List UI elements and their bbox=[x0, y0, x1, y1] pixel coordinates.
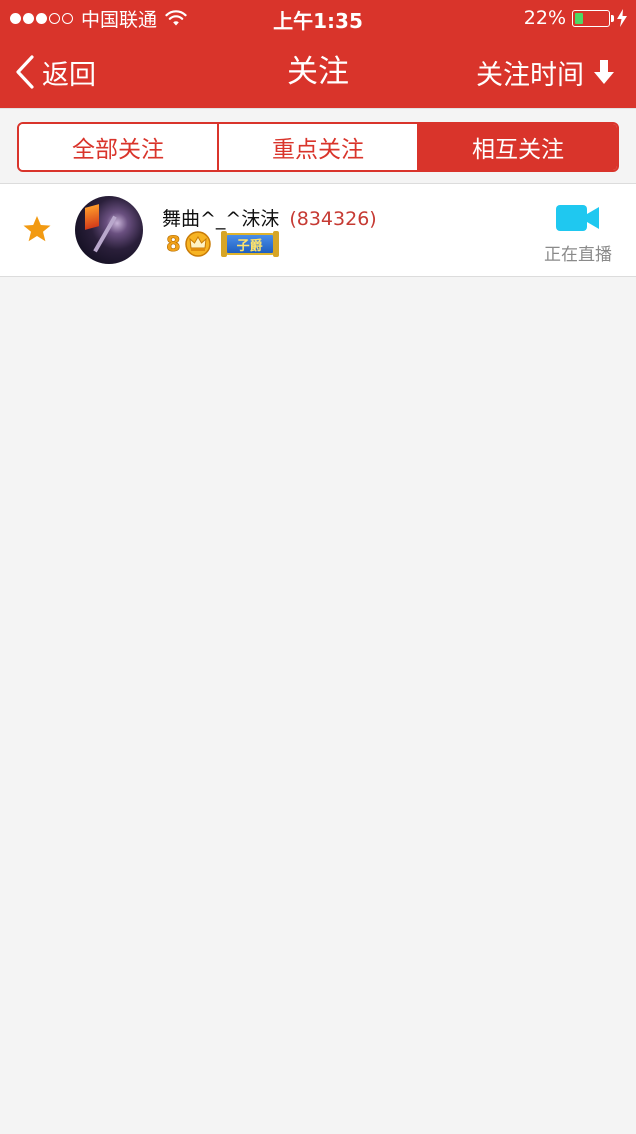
noble-rank-badge: 子爵 bbox=[220, 231, 279, 257]
star-icon[interactable] bbox=[22, 214, 52, 244]
battery-fill bbox=[575, 12, 583, 24]
charging-bolt-icon bbox=[617, 9, 627, 27]
tab-all-follows[interactable]: 全部关注 bbox=[19, 124, 217, 170]
nav-bar: 返回 关注 关注时间 bbox=[0, 36, 636, 108]
tab-key-follows[interactable]: 重点关注 bbox=[217, 124, 417, 170]
follow-list: 舞曲^_^沫沫 (834326) 8 子爵 正在直播 bbox=[0, 184, 636, 277]
video-camera-icon bbox=[556, 205, 599, 231]
tab-mutual-follows[interactable]: 相互关注 bbox=[417, 124, 617, 170]
battery-percent: 22% bbox=[523, 7, 566, 29]
status-right: 22% bbox=[524, 6, 628, 30]
user-name: 舞曲^_^沫沫 bbox=[162, 208, 280, 230]
filter-tabs-bar: 全部关注 重点关注 相互关注 bbox=[0, 108, 636, 184]
sort-label: 关注时间 bbox=[476, 59, 584, 91]
user-badges: 8 子爵 bbox=[166, 230, 279, 258]
battery-icon bbox=[572, 9, 614, 27]
sort-down-arrow-icon bbox=[594, 60, 614, 84]
live-status-label: 正在直播 bbox=[544, 245, 612, 265]
status-bar: 中国联通 上午1:35 22% bbox=[0, 0, 636, 36]
crown-icon bbox=[184, 231, 211, 257]
list-item[interactable]: 舞曲^_^沫沫 (834326) 8 子爵 正在直播 bbox=[0, 184, 636, 277]
avatar[interactable] bbox=[75, 196, 143, 264]
sort-by-follow-time-button[interactable]: 关注时间 bbox=[476, 52, 616, 92]
filter-tabs: 全部关注 重点关注 相互关注 bbox=[17, 122, 619, 172]
app-root: 中国联通 上午1:35 22% 返回 关注 关注时间 全部关注 重点关注 相互关… bbox=[0, 0, 636, 1134]
user-name-line: 舞曲^_^沫沫 (834326) bbox=[162, 204, 377, 231]
user-id: (834326) bbox=[289, 208, 377, 230]
level-number: 8 bbox=[166, 232, 181, 257]
live-status-button[interactable]: 正在直播 bbox=[538, 204, 618, 265]
